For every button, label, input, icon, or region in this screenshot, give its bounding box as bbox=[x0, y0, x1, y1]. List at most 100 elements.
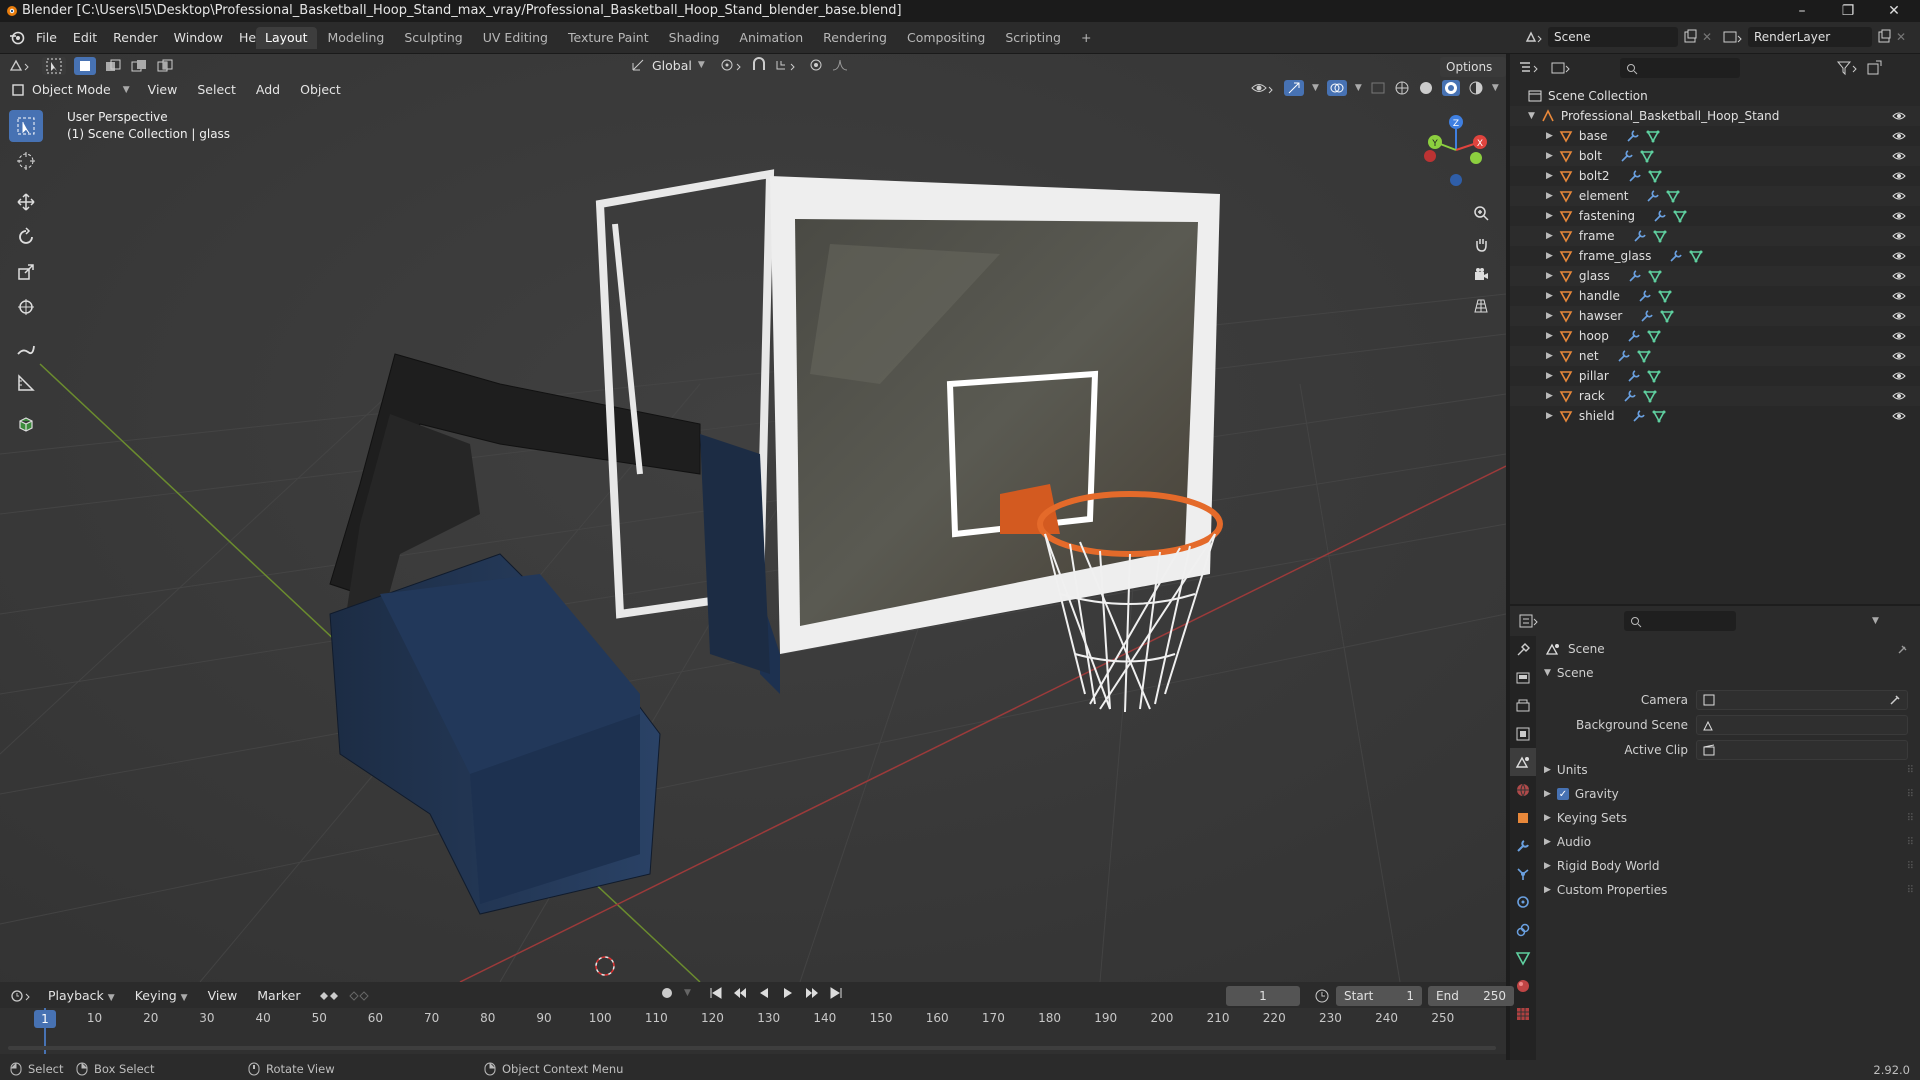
constraints-tab-icon[interactable] bbox=[1510, 916, 1536, 944]
jump-end-icon[interactable] bbox=[829, 986, 843, 1000]
view-layer-field[interactable]: RenderLayer bbox=[1748, 27, 1872, 47]
workspace-tab-compositing[interactable]: Compositing bbox=[898, 27, 994, 49]
mesh-data-icon[interactable] bbox=[1660, 309, 1674, 323]
chevron-down-icon[interactable]: ▼ bbox=[698, 60, 705, 70]
visibility-eye-icon[interactable] bbox=[1892, 230, 1906, 242]
visibility-eye-icon[interactable] bbox=[1892, 390, 1906, 402]
snap-icon[interactable] bbox=[751, 57, 769, 73]
visibility-eye-icon[interactable] bbox=[1892, 310, 1906, 322]
tool-tab-icon[interactable] bbox=[1510, 636, 1536, 664]
visibility-eye-icon[interactable] bbox=[1892, 410, 1906, 422]
scene-tab-icon[interactable] bbox=[1510, 748, 1536, 776]
proportional-editing-icon[interactable] bbox=[807, 57, 825, 73]
annotate-tool-icon[interactable] bbox=[9, 332, 43, 364]
jump-start-icon[interactable] bbox=[709, 986, 723, 1000]
select-extend-icon[interactable] bbox=[104, 59, 122, 73]
timeline-menu-marker[interactable]: Marker bbox=[249, 986, 308, 1006]
options-dropdown[interactable]: Options ▼ bbox=[1440, 57, 1506, 94]
menu-file[interactable]: File bbox=[28, 27, 65, 49]
subpanel-header[interactable]: ▶ Units ⠿ bbox=[1544, 763, 1914, 777]
mesh-data-icon[interactable] bbox=[1637, 349, 1651, 363]
visibility-eye-icon[interactable] bbox=[1892, 170, 1906, 182]
mesh-data-icon[interactable] bbox=[1673, 209, 1687, 223]
expand-arrow-icon[interactable]: ▶ bbox=[1546, 391, 1553, 401]
modifier-wrench-icon[interactable] bbox=[1626, 129, 1640, 143]
outliner-object-row[interactable]: ▶ base bbox=[1510, 126, 1920, 146]
workspace-tab-sculpting[interactable]: Sculpting bbox=[395, 27, 471, 49]
drag-handle-icon[interactable]: ⠿ bbox=[1907, 789, 1914, 800]
subpanel-header[interactable]: ▶ Keying Sets ⠿ bbox=[1544, 811, 1914, 825]
tool-select-icon[interactable] bbox=[42, 57, 66, 75]
jump-keyframe-back-icon[interactable] bbox=[733, 986, 747, 1000]
subpanel-header[interactable]: ▶ Audio ⠿ bbox=[1544, 835, 1914, 849]
new-collection-icon[interactable] bbox=[1866, 60, 1882, 76]
eyedropper-icon[interactable] bbox=[1889, 694, 1901, 706]
visibility-eye-icon[interactable] bbox=[1892, 130, 1906, 142]
display-mode-icon[interactable] bbox=[1550, 60, 1576, 76]
add-cube-tool-icon[interactable] bbox=[9, 408, 43, 440]
modifier-wrench-icon[interactable] bbox=[1653, 209, 1667, 223]
pivot-point-icon[interactable] bbox=[719, 57, 745, 73]
workspace-tab-scripting[interactable]: Scripting bbox=[996, 27, 1070, 49]
material-preview-shading-icon[interactable] bbox=[1441, 80, 1460, 96]
camera-view-icon[interactable] bbox=[1468, 262, 1494, 288]
mesh-data-icon[interactable] bbox=[1647, 329, 1661, 343]
expand-arrow-icon[interactable]: ▶ bbox=[1546, 131, 1553, 141]
delete-view-layer-icon[interactable]: ✕ bbox=[1896, 30, 1906, 44]
expand-arrow-icon[interactable]: ▶ bbox=[1546, 191, 1553, 201]
outliner-object-row[interactable]: ▶ frame_glass bbox=[1510, 246, 1920, 266]
scale-tool-icon[interactable] bbox=[9, 256, 43, 288]
expand-arrow-icon[interactable]: ▶ bbox=[1546, 211, 1553, 221]
modifier-wrench-icon[interactable] bbox=[1627, 369, 1641, 383]
gravity-checkbox[interactable]: ✓ bbox=[1556, 788, 1569, 800]
modifier-wrench-icon[interactable] bbox=[1638, 289, 1652, 303]
scene-icon[interactable] bbox=[1524, 29, 1544, 45]
visibility-eye-icon[interactable] bbox=[1892, 210, 1906, 222]
preview-range-icon[interactable] bbox=[1314, 988, 1330, 1004]
outliner-object-row[interactable]: ▶ rack bbox=[1510, 386, 1920, 406]
modifier-wrench-icon[interactable] bbox=[1628, 269, 1642, 283]
scene-name-field[interactable]: Scene bbox=[1548, 27, 1678, 47]
menu-render[interactable]: Render bbox=[105, 27, 166, 49]
chevron-down-icon[interactable]: ▼ bbox=[1492, 83, 1499, 93]
select-new-icon[interactable] bbox=[74, 57, 96, 75]
rotate-tool-icon[interactable] bbox=[9, 221, 43, 253]
rendered-shading-icon[interactable] bbox=[1468, 80, 1484, 96]
new-scene-icon[interactable] bbox=[1682, 29, 1698, 45]
visibility-eye-icon[interactable] bbox=[1892, 370, 1906, 382]
jump-keyframe-forward-icon[interactable] bbox=[805, 986, 819, 1000]
property-field[interactable] bbox=[1696, 740, 1908, 760]
visibility-eye-icon[interactable] bbox=[1892, 150, 1906, 162]
properties-editor-icon[interactable] bbox=[1518, 613, 1544, 629]
outliner-object-row[interactable]: ▶ pillar bbox=[1510, 366, 1920, 386]
data-tab-icon[interactable] bbox=[1510, 944, 1536, 972]
workspace-tab-uv-editing[interactable]: UV Editing bbox=[474, 27, 557, 49]
new-view-layer-icon[interactable] bbox=[1876, 29, 1892, 45]
drag-handle-icon[interactable]: ⠿ bbox=[1907, 813, 1914, 824]
chevron-down-icon[interactable]: ▼ bbox=[123, 85, 130, 95]
close-button[interactable]: ✕ bbox=[1872, 0, 1916, 22]
keyframe-icons[interactable] bbox=[316, 989, 386, 1003]
cursor-tool-icon[interactable] bbox=[9, 145, 43, 177]
modifier-wrench-icon[interactable] bbox=[1617, 349, 1631, 363]
menu-window[interactable]: Window bbox=[166, 27, 231, 49]
expand-arrow-icon[interactable]: ▶ bbox=[1546, 151, 1553, 161]
mesh-data-icon[interactable] bbox=[1648, 269, 1662, 283]
visibility-eye-icon[interactable] bbox=[1892, 290, 1906, 302]
play-reverse-icon[interactable] bbox=[757, 986, 771, 1000]
outliner-editor-icon[interactable] bbox=[1518, 60, 1544, 76]
measure-tool-icon[interactable] bbox=[9, 367, 43, 399]
timeline-menu-view[interactable]: View bbox=[200, 986, 246, 1006]
perspective-toggle-icon[interactable] bbox=[1468, 293, 1494, 319]
workspace-tab-shading[interactable]: Shading bbox=[660, 27, 729, 49]
timeline-track[interactable]: 10 20 30 40 50 60 70 80 90 100 110 120 130 140 150 160 1… bbox=[0, 1008, 1506, 1054]
workspace-tab-layout[interactable]: Layout bbox=[256, 27, 317, 49]
chevron-down-icon[interactable]: ▼ bbox=[1872, 616, 1879, 626]
visibility-eye-icon[interactable] bbox=[1892, 110, 1906, 122]
overlays-toggle-icon[interactable] bbox=[1326, 80, 1347, 96]
visibility-eye-icon[interactable] bbox=[1892, 270, 1906, 282]
blender-menu-icon[interactable] bbox=[6, 30, 28, 46]
property-field[interactable] bbox=[1696, 715, 1908, 735]
outliner-object-row[interactable]: ▶ hoop bbox=[1510, 326, 1920, 346]
subpanel-header[interactable]: ▶ ✓ Gravity ⠿ bbox=[1544, 787, 1914, 801]
